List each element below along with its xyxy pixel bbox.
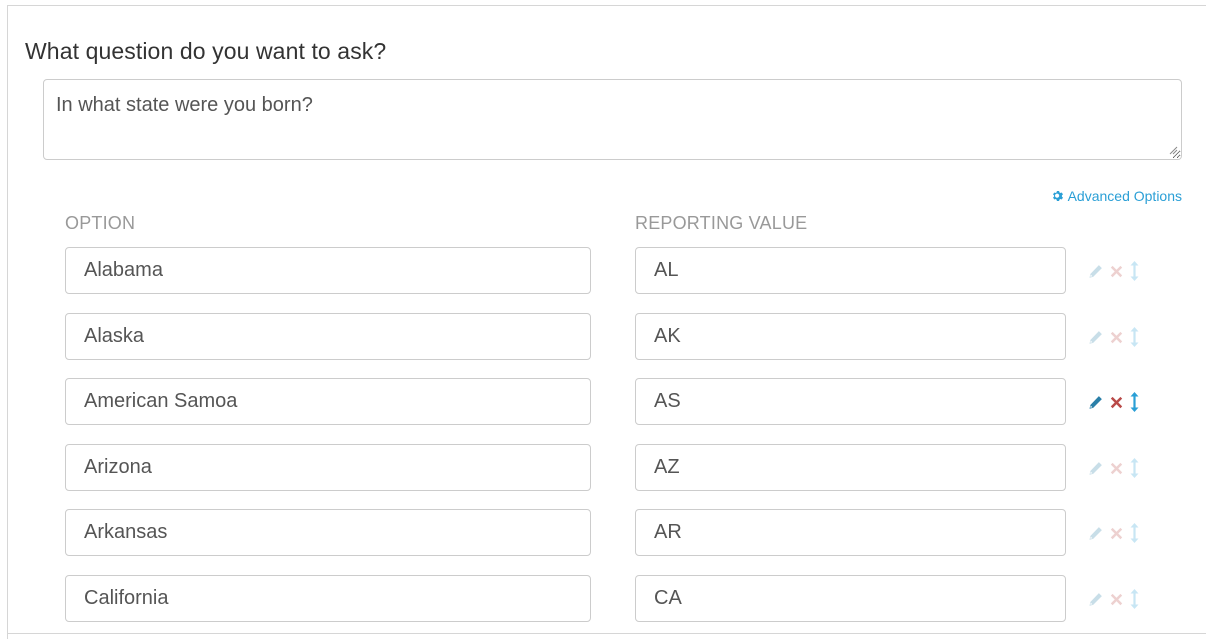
- option-input[interactable]: [65, 444, 591, 491]
- option-input[interactable]: [65, 247, 591, 294]
- option-input[interactable]: [65, 313, 591, 360]
- reorder-arrows-icon[interactable]: [1129, 261, 1139, 281]
- reporting-value-input[interactable]: [635, 509, 1066, 556]
- reporting-value-column-header: REPORTING VALUE: [635, 213, 808, 233]
- delete-x-icon[interactable]: [1108, 589, 1124, 609]
- pencil-icon[interactable]: [1087, 458, 1103, 478]
- row-actions: [1087, 391, 1139, 413]
- option-row: [0, 313, 1206, 361]
- delete-x-icon[interactable]: [1108, 392, 1124, 412]
- pencil-icon[interactable]: [1087, 523, 1103, 543]
- pencil-icon[interactable]: [1087, 261, 1103, 281]
- row-actions: [1087, 457, 1139, 479]
- reporting-value-input[interactable]: [635, 247, 1066, 294]
- reporting-value-input[interactable]: [635, 313, 1066, 360]
- option-row: [0, 378, 1206, 426]
- delete-x-icon[interactable]: [1108, 458, 1124, 478]
- pencil-icon[interactable]: [1087, 392, 1103, 412]
- pencil-icon[interactable]: [1087, 327, 1103, 347]
- panel-top-border: [7, 5, 1206, 6]
- panel-bottom-border: [7, 633, 1206, 634]
- pencil-icon[interactable]: [1087, 589, 1103, 609]
- reorder-arrows-icon[interactable]: [1129, 327, 1139, 347]
- reorder-arrows-icon[interactable]: [1129, 589, 1139, 609]
- question-textarea[interactable]: In what state were you born?: [43, 79, 1182, 160]
- reporting-value-input[interactable]: [635, 575, 1066, 622]
- question-editor-panel: What question do you want to ask? In wha…: [0, 0, 1206, 639]
- row-actions: [1087, 260, 1139, 282]
- delete-x-icon[interactable]: [1108, 261, 1124, 281]
- delete-x-icon[interactable]: [1108, 327, 1124, 347]
- advanced-options-label: Advanced Options: [1067, 188, 1182, 204]
- reporting-value-input[interactable]: [635, 378, 1066, 425]
- option-row: [0, 575, 1206, 623]
- option-input[interactable]: [65, 509, 591, 556]
- delete-x-icon[interactable]: [1108, 523, 1124, 543]
- reporting-value-input[interactable]: [635, 444, 1066, 491]
- advanced-options-link[interactable]: Advanced Options: [1052, 188, 1182, 204]
- option-row: [0, 509, 1206, 557]
- option-column-header: OPTION: [65, 213, 136, 233]
- option-row: [0, 444, 1206, 492]
- row-actions: [1087, 522, 1139, 544]
- option-input[interactable]: [65, 378, 591, 425]
- reorder-arrows-icon[interactable]: [1129, 523, 1139, 543]
- reorder-arrows-icon[interactable]: [1129, 458, 1139, 478]
- gear-icon: [1052, 191, 1063, 201]
- row-actions: [1087, 588, 1139, 610]
- option-input[interactable]: [65, 575, 591, 622]
- reorder-arrows-icon[interactable]: [1129, 392, 1139, 412]
- question-label: What question do you want to ask?: [25, 38, 387, 64]
- row-actions: [1087, 326, 1139, 348]
- option-row: [0, 247, 1206, 295]
